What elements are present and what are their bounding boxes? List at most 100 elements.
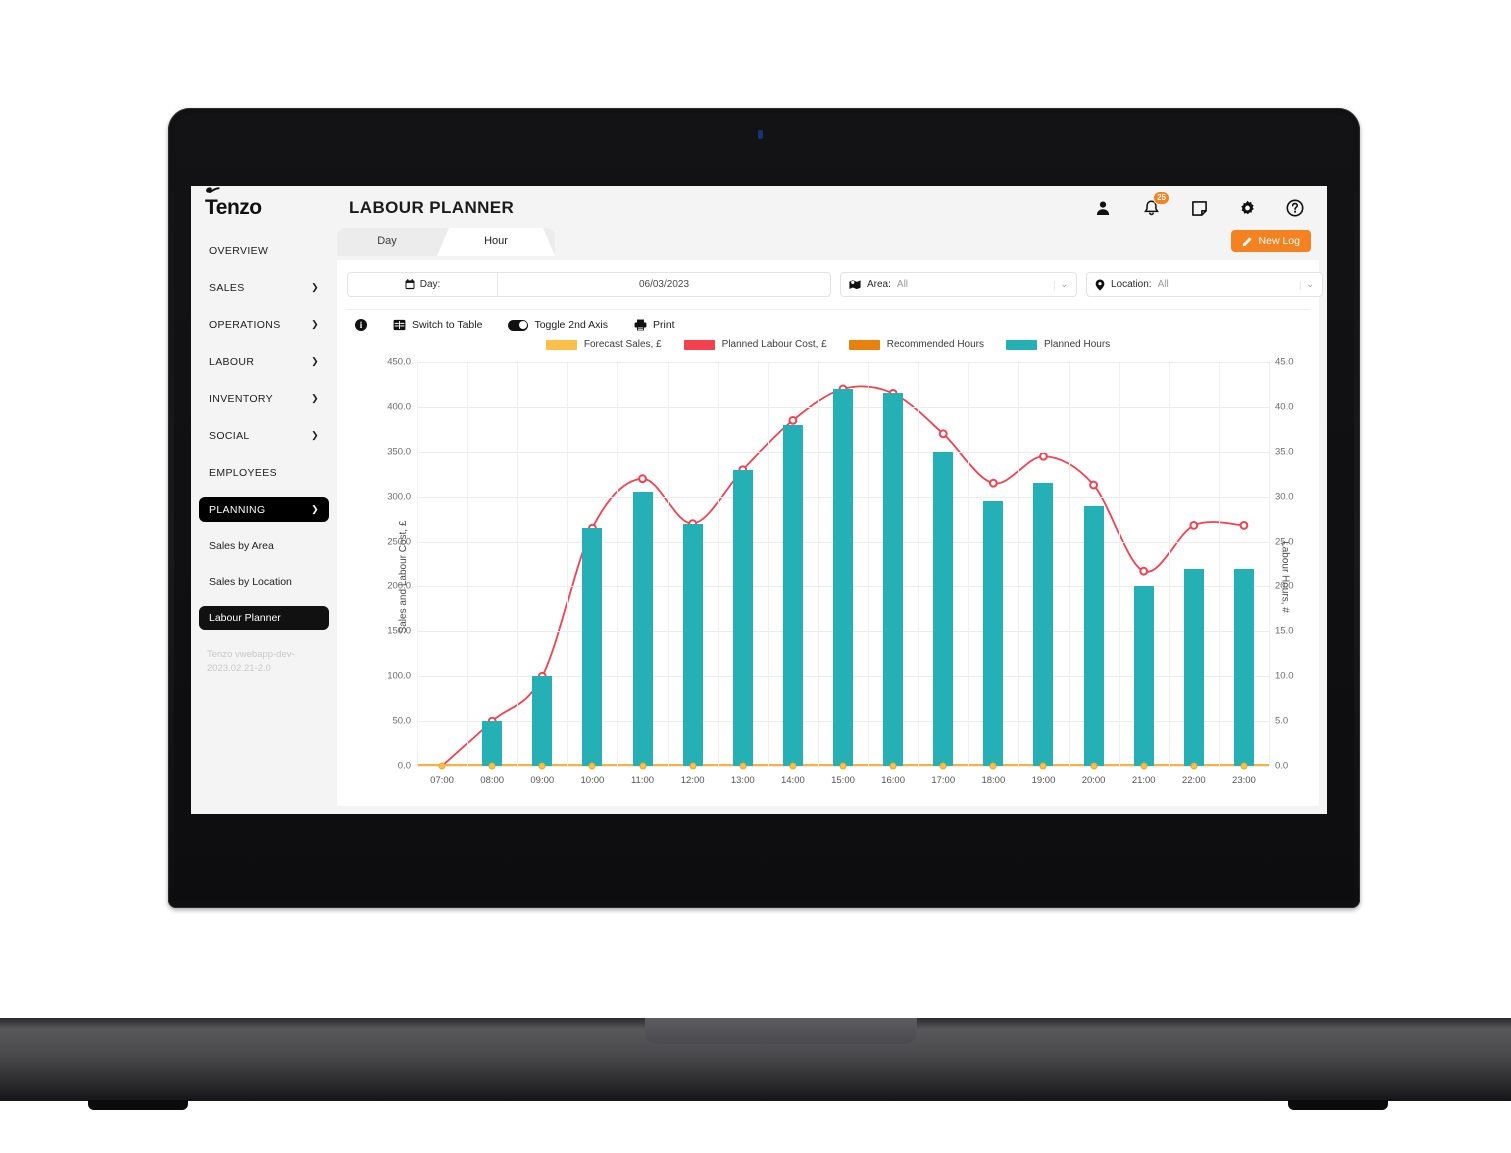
sidebar-item-sales[interactable]: SALES ❯	[199, 275, 329, 300]
sidebar-item-social[interactable]: SOCIAL ❯	[199, 423, 329, 448]
bar-planned-hours[interactable]	[582, 528, 603, 766]
sidebar-item-overview[interactable]: OVERVIEW	[199, 238, 329, 263]
switch-to-table-label: Switch to Table	[412, 319, 483, 331]
legend-item-planned-hours[interactable]: Planned Hours	[1006, 339, 1110, 350]
filter-bar: Day: 06/03/2023 Area: All | ⌄ Location: …	[337, 260, 1323, 297]
forecast-sales-point[interactable]	[1140, 762, 1148, 770]
forecast-sales-point[interactable]	[438, 762, 446, 770]
forecast-sales-point[interactable]	[939, 762, 947, 770]
bar-planned-hours[interactable]	[1083, 505, 1104, 766]
bar-planned-hours[interactable]	[1133, 586, 1154, 766]
sidebar-subitem-labour-planner[interactable]: Labour Planner	[199, 606, 329, 630]
bar-planned-hours[interactable]	[682, 523, 703, 766]
toggle-2nd-axis-control[interactable]: Toggle 2nd Axis	[508, 319, 608, 331]
sidebar-item-labour[interactable]: LABOUR ❯	[199, 349, 329, 374]
forecast-sales-point[interactable]	[1240, 762, 1248, 770]
planned-labour-cost-point[interactable]	[788, 415, 798, 425]
sidebar-item-operations[interactable]: OPERATIONS ❯	[199, 312, 329, 337]
forecast-sales-point[interactable]	[488, 762, 496, 770]
y-axis-tick: 200.0	[387, 580, 411, 592]
user-icon[interactable]	[1093, 198, 1113, 218]
forecast-sales-point[interactable]	[689, 762, 697, 770]
tab-hour[interactable]: Hour	[437, 228, 555, 256]
planned-labour-cost-point[interactable]	[1089, 480, 1098, 490]
y2-axis-tick: 10.0	[1275, 670, 1294, 682]
legend-item-planned-labour-cost[interactable]: Planned Labour Cost, £	[683, 339, 827, 350]
area-filter-label: Area:	[867, 279, 891, 290]
x-axis-tick: 16:00	[881, 775, 905, 786]
sidebar-subitem-sales-by-location[interactable]: Sales by Location	[199, 570, 329, 594]
chevron-down-icon[interactable]: | ⌄	[1299, 279, 1314, 290]
help-icon[interactable]	[1285, 198, 1305, 218]
location-filter[interactable]: Location: All | ⌄	[1086, 272, 1323, 297]
bar-planned-hours[interactable]	[732, 469, 753, 766]
gridline-vertical	[817, 362, 819, 766]
legend-item-recommended-hours[interactable]: Recommended Hours	[848, 339, 984, 350]
sidebar-item-label: SALES	[209, 281, 245, 294]
bar-planned-hours[interactable]	[933, 451, 954, 766]
bar-planned-hours[interactable]	[532, 676, 553, 766]
brand-logo[interactable]: Tenzo	[191, 187, 337, 220]
forecast-sales-point[interactable]	[739, 762, 747, 770]
forecast-sales-point[interactable]	[538, 762, 546, 770]
new-log-button[interactable]: New Log	[1230, 230, 1311, 252]
forecast-sales-point[interactable]	[1039, 762, 1047, 770]
bar-planned-hours[interactable]	[983, 501, 1004, 766]
note-icon[interactable]	[1189, 198, 1209, 218]
planned-labour-cost-point[interactable]	[938, 429, 948, 439]
forecast-sales-point[interactable]	[1090, 762, 1098, 770]
bar-planned-hours[interactable]	[833, 388, 853, 766]
day-filter-label-group: Day:	[348, 273, 498, 296]
sidebar-item-inventory[interactable]: INVENTORY ❯	[199, 386, 329, 411]
forecast-sales-point[interactable]	[1190, 762, 1198, 770]
forecast-sales-point[interactable]	[789, 762, 797, 770]
tab-label: Hour	[484, 235, 508, 247]
chevron-right-icon: ❯	[311, 356, 319, 366]
legend-label: Recommended Hours	[886, 339, 984, 350]
info-icon[interactable]: i	[355, 319, 367, 331]
planned-labour-cost-point[interactable]	[638, 474, 647, 484]
bell-icon[interactable]: 25	[1141, 191, 1170, 218]
forecast-sales-point[interactable]	[989, 762, 997, 770]
laptop-foot-right	[1288, 1100, 1388, 1110]
bar-planned-hours[interactable]	[632, 492, 653, 766]
gridline-vertical	[1118, 362, 1120, 766]
edit-icon	[1242, 236, 1252, 246]
x-axis-tick: 17:00	[931, 775, 956, 786]
gridline-vertical	[868, 362, 870, 766]
switch-to-table-button[interactable]: Switch to Table	[393, 319, 482, 331]
bar-planned-hours[interactable]	[1183, 568, 1204, 766]
planned-labour-cost-point[interactable]	[1139, 566, 1149, 576]
bar-planned-hours[interactable]	[782, 424, 803, 766]
gear-icon[interactable]	[1237, 198, 1257, 218]
sidebar-item-employees[interactable]: EMPLOYEES	[199, 460, 329, 485]
new-log-label: New Log	[1258, 235, 1300, 247]
forecast-sales-point[interactable]	[839, 762, 847, 770]
version-label: Tenzo vwebapp-dev-2023.02.21-2.0	[207, 649, 295, 674]
bar-planned-hours[interactable]	[883, 393, 904, 766]
x-axis-tick: 08:00	[480, 775, 505, 786]
forecast-sales-point[interactable]	[588, 762, 596, 770]
planned-labour-cost-point[interactable]	[988, 478, 998, 488]
bar-planned-hours[interactable]	[1233, 568, 1254, 766]
bar-planned-hours[interactable]	[1033, 483, 1054, 766]
day-filter[interactable]: Day: 06/03/2023	[347, 272, 831, 297]
planned-labour-cost-point[interactable]	[1239, 520, 1249, 530]
toggle-switch[interactable]	[508, 319, 529, 331]
y2-axis-tick: 40.0	[1275, 401, 1294, 413]
print-button[interactable]: Print	[634, 319, 675, 331]
area-icon	[849, 280, 861, 290]
planned-labour-cost-point[interactable]	[1039, 451, 1048, 461]
forecast-sales-point[interactable]	[639, 762, 647, 770]
forecast-sales-point[interactable]	[889, 762, 897, 770]
gridline-vertical	[1168, 362, 1170, 766]
sidebar-item-planning[interactable]: PLANNING ❯	[199, 497, 329, 522]
chevron-down-icon[interactable]: | ⌄	[1053, 279, 1068, 290]
tab-day[interactable]: Day	[337, 229, 437, 255]
area-filter[interactable]: Area: All | ⌄	[840, 272, 1077, 297]
x-axis-tick: 07:00	[430, 775, 454, 786]
bar-planned-hours[interactable]	[482, 721, 503, 766]
sidebar-subitem-sales-by-area[interactable]: Sales by Area	[199, 534, 329, 558]
legend-item-forecast-sales[interactable]: Forecast Sales, £	[545, 339, 662, 350]
planned-labour-cost-point[interactable]	[1189, 520, 1199, 530]
